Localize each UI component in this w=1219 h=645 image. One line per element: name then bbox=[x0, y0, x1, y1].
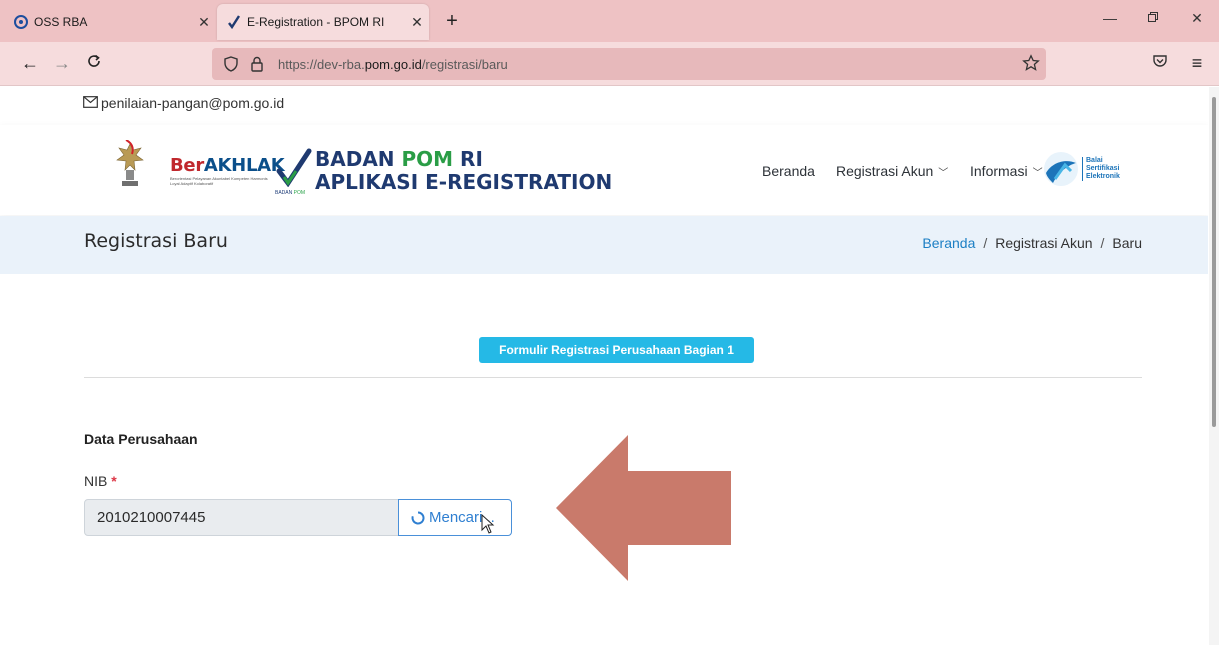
address-bar[interactable]: https://dev-rba.pom.go.id/registrasi/bar… bbox=[212, 48, 1046, 80]
envelope-icon bbox=[83, 95, 98, 111]
scrollbar-thumb[interactable] bbox=[1212, 97, 1216, 427]
breadcrumb-item-registrasi-akun: Registrasi Akun bbox=[995, 235, 1093, 251]
bookmark-star-icon[interactable] bbox=[1022, 54, 1040, 77]
form-section-badge: Formulir Registrasi Perusahaan Bagian 1 bbox=[479, 337, 754, 363]
bse-line-1: Balai bbox=[1086, 157, 1103, 164]
bse-logo[interactable]: Balai Sertifikasi Elektronik bbox=[1043, 150, 1143, 188]
site-header: BerAKHLAK Berorientasi Pelayanan Akuntab… bbox=[0, 125, 1208, 215]
bse-line-3: Elektronik bbox=[1086, 173, 1120, 180]
required-asterisk: * bbox=[111, 473, 117, 489]
breadcrumb-separator: / bbox=[1100, 235, 1105, 251]
tab-close-icon[interactable]: ✕ bbox=[192, 14, 216, 31]
pocket-icon[interactable] bbox=[1148, 52, 1172, 76]
shield-icon[interactable] bbox=[222, 55, 240, 73]
email-text[interactable]: penilaian-pangan@pom.go.id bbox=[101, 95, 284, 111]
restore-icon[interactable] bbox=[1138, 10, 1168, 26]
new-tab-button[interactable]: + bbox=[438, 8, 466, 36]
url-text[interactable]: https://dev-rba.pom.go.id/registrasi/bar… bbox=[278, 57, 508, 72]
nib-label: NIB * bbox=[84, 473, 117, 489]
divider bbox=[84, 377, 1142, 378]
web-page: penilaian-pangan@pom.go.id BerAKHLAK Ber… bbox=[0, 87, 1208, 645]
spinner-icon bbox=[411, 510, 425, 525]
page-title-band: Registrasi Baru Beranda / Registrasi Aku… bbox=[0, 216, 1208, 274]
section-title: Data Perusahaan bbox=[84, 431, 198, 447]
breadcrumb-item-baru: Baru bbox=[1112, 235, 1142, 251]
garuda-emblem-icon bbox=[113, 139, 147, 188]
nav-item-registrasi-akun[interactable]: Registrasi Akun ﹀ bbox=[836, 163, 948, 179]
tab-title: OSS RBA bbox=[34, 15, 88, 29]
forward-arrow-icon[interactable]: → bbox=[50, 52, 74, 76]
nav-item-informasi[interactable]: Informasi ﹀ bbox=[970, 163, 1043, 179]
close-window-icon[interactable]: ✕ bbox=[1182, 10, 1212, 27]
nib-input[interactable]: 2010210007445 bbox=[84, 499, 399, 536]
contact-email[interactable]: penilaian-pangan@pom.go.id bbox=[83, 95, 284, 111]
tab-e-registration[interactable]: E-Registration - BPOM RI ✕ bbox=[217, 4, 429, 40]
page-scrollbar[interactable] bbox=[1209, 87, 1219, 645]
browser-tab-bar: OSS RBA ✕ E-Registration - BPOM RI ✕ + —… bbox=[0, 0, 1219, 42]
bpom-check-logo-icon[interactable] bbox=[276, 147, 312, 188]
bse-emblem-icon bbox=[1044, 152, 1078, 186]
chevron-down-icon: ﹀ bbox=[938, 167, 949, 179]
reload-icon[interactable] bbox=[82, 52, 106, 76]
breadcrumb-separator: / bbox=[983, 235, 988, 251]
tab-close-icon[interactable]: ✕ bbox=[405, 14, 429, 31]
tab-oss-rba[interactable]: OSS RBA ✕ bbox=[6, 4, 216, 40]
bpom-small-text: BADAN POM bbox=[275, 190, 306, 196]
lock-icon[interactable] bbox=[248, 55, 266, 73]
back-arrow-icon[interactable]: ← bbox=[18, 52, 42, 76]
breadcrumb: Beranda / Registrasi Akun / Baru bbox=[922, 235, 1142, 251]
nav-item-beranda[interactable]: Beranda bbox=[762, 163, 815, 179]
tab-title: E-Registration - BPOM RI bbox=[247, 15, 385, 29]
brand-title[interactable]: BADAN POM RI bbox=[315, 147, 483, 171]
mouse-cursor-icon bbox=[481, 513, 495, 539]
breadcrumb-item-beranda[interactable]: Beranda bbox=[922, 235, 975, 251]
annotation-arrow-icon bbox=[556, 435, 736, 586]
chevron-down-icon: ﹀ bbox=[1032, 167, 1043, 179]
hamburger-menu-icon[interactable]: ≡ bbox=[1185, 52, 1209, 76]
browser-nav-bar: ← → https://dev-rba.pom.go.id/registrasi… bbox=[0, 42, 1219, 86]
oss-favicon-icon bbox=[14, 15, 28, 29]
bse-line-2: Sertifikasi bbox=[1086, 165, 1120, 172]
bpom-check-favicon-icon bbox=[227, 15, 241, 29]
page-title: Registrasi Baru bbox=[84, 230, 228, 252]
berakhlak-logo: BerAKHLAK Berorientasi Pelayanan Akuntab… bbox=[170, 155, 285, 186]
brand-subtitle[interactable]: APLIKASI E-REGISTRATION bbox=[315, 170, 612, 194]
minimize-icon[interactable]: — bbox=[1095, 10, 1125, 26]
